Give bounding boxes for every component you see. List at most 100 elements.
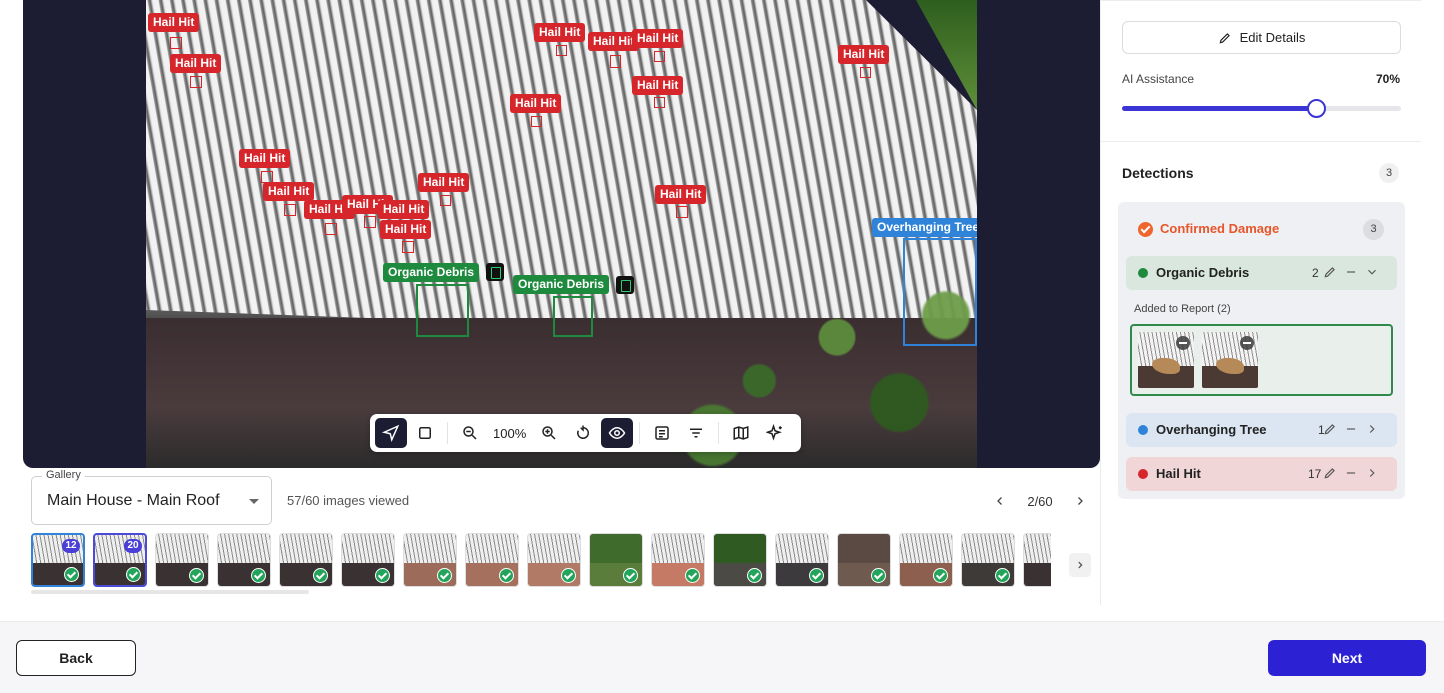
thumbnail[interactable]: [1023, 533, 1051, 587]
select-pointer-icon[interactable]: [375, 418, 407, 448]
edit-details-button[interactable]: Edit Details: [1122, 21, 1401, 54]
hail-hit-marker[interactable]: [364, 216, 376, 228]
rectangle-icon[interactable]: [409, 418, 441, 448]
hail-hit-tag[interactable]: Hail Hit: [632, 29, 684, 48]
minus-icon[interactable]: [1344, 265, 1358, 279]
hail-hit-marker[interactable]: [654, 97, 665, 108]
check-icon: [809, 568, 824, 583]
hail-hit-tag[interactable]: Hail Hit: [380, 220, 432, 239]
filter-icon[interactable]: [680, 418, 712, 448]
zoom-out-icon[interactable]: [454, 418, 486, 448]
organic-debris-tag[interactable]: Organic Debris: [513, 275, 610, 294]
hail-hit-tag[interactable]: Hail Hit: [418, 173, 470, 192]
category-name: Organic Debris: [1156, 265, 1250, 280]
hail-hit-marker[interactable]: [190, 76, 202, 88]
hail-hit-marker[interactable]: [402, 241, 414, 253]
hail-hit-marker[interactable]: [860, 67, 871, 78]
thumbnail[interactable]: [155, 533, 209, 587]
hail-hit-marker[interactable]: [284, 204, 296, 216]
overhanging-tree-tag[interactable]: Overhanging Tree: [872, 218, 977, 237]
thumbnail[interactable]: [899, 533, 953, 587]
thumbnail-next-button[interactable]: [1069, 553, 1091, 577]
hail-hit-tag[interactable]: Hail Hit: [838, 45, 890, 64]
minus-icon[interactable]: [1344, 466, 1358, 480]
edit-details-label: Edit Details: [1239, 30, 1306, 45]
hail-hit-marker[interactable]: [440, 195, 451, 206]
chevron-down-icon[interactable]: [1365, 265, 1379, 279]
chevron-left-icon[interactable]: [990, 491, 1010, 511]
confirmed-damage-label[interactable]: Confirmed Damage: [1160, 221, 1279, 236]
remove-icon[interactable]: [1240, 336, 1254, 350]
thumbnail[interactable]: [837, 533, 891, 587]
hail-hit-tag[interactable]: Hail Hit: [170, 54, 222, 73]
note-icon[interactable]: [616, 276, 634, 294]
hail-hit-tag[interactable]: Hail Hit: [148, 13, 200, 32]
hail-hit-tag[interactable]: Hail Hit: [239, 149, 291, 168]
hail-hit-tag[interactable]: Hail Hit: [632, 76, 684, 95]
hail-hit-tag[interactable]: Hail Hit: [534, 23, 586, 42]
next-button[interactable]: Next: [1268, 640, 1426, 676]
hail-hit-marker[interactable]: [170, 37, 182, 49]
notes-icon[interactable]: [646, 418, 678, 448]
hail-hit-marker[interactable]: [676, 206, 688, 218]
pencil-icon[interactable]: [1323, 466, 1337, 480]
report-image[interactable]: [1138, 332, 1194, 388]
ai-assistance-label: AI Assistance: [1122, 72, 1195, 86]
rotate-icon[interactable]: [567, 418, 599, 448]
eye-icon[interactable]: [601, 418, 634, 448]
organic-debris-box[interactable]: [416, 284, 469, 337]
thumbnail[interactable]: 12: [31, 533, 85, 587]
chevron-right-icon[interactable]: [1070, 491, 1090, 511]
organic-debris-box[interactable]: [553, 296, 593, 337]
map-icon[interactable]: [725, 418, 757, 448]
image-viewer[interactable]: Hail Hit Hail Hit Hail Hit Hail Hit Hail…: [23, 0, 1100, 468]
chevron-right-icon[interactable]: [1365, 466, 1379, 480]
thumbnail[interactable]: [527, 533, 581, 587]
category-hail-hit[interactable]: Hail Hit 17: [1126, 457, 1397, 491]
thumbnail[interactable]: [341, 533, 395, 587]
pencil-icon[interactable]: [1323, 422, 1337, 436]
check-icon: [499, 568, 514, 583]
hail-hit-marker[interactable]: [610, 55, 621, 68]
check-icon: [189, 568, 204, 583]
hail-hit-tag[interactable]: Hail Hit: [263, 182, 315, 201]
hail-hit-tag[interactable]: Hail Hit: [510, 94, 562, 113]
ai-assistance-slider[interactable]: [1122, 99, 1401, 118]
overhanging-tree-box[interactable]: [903, 238, 977, 346]
category-overhanging-tree[interactable]: Overhanging Tree 1: [1126, 413, 1397, 447]
pencil-icon[interactable]: [1323, 265, 1337, 279]
thumbnail[interactable]: [403, 533, 457, 587]
hail-hit-marker[interactable]: [654, 51, 665, 62]
thumbnail[interactable]: [279, 533, 333, 587]
thumbnail[interactable]: [589, 533, 643, 587]
minus-icon[interactable]: [1344, 422, 1358, 436]
category-count: 2: [1312, 266, 1319, 280]
chevron-right-icon[interactable]: [1365, 422, 1379, 436]
ai-assistance-handle[interactable]: [1307, 99, 1327, 118]
category-organic-debris[interactable]: Organic Debris 2: [1126, 256, 1397, 290]
gallery-select[interactable]: Gallery Main House - Main Roof: [31, 469, 272, 525]
hail-hit-tag[interactable]: Hail Hit: [655, 185, 707, 204]
thumbnail[interactable]: [961, 533, 1015, 587]
note-icon[interactable]: [486, 263, 504, 281]
hail-hit-marker[interactable]: [556, 45, 567, 56]
hail-hit-marker[interactable]: [325, 223, 337, 235]
thumbnail-scrollbar[interactable]: [31, 590, 309, 594]
thumbnail[interactable]: [775, 533, 829, 587]
report-image[interactable]: [1202, 332, 1258, 388]
organic-debris-tag[interactable]: Organic Debris: [383, 263, 480, 282]
thumbnail[interactable]: 20: [93, 533, 147, 587]
thumbnail[interactable]: [217, 533, 271, 587]
chevron-down-icon: [249, 499, 259, 504]
hail-hit-marker[interactable]: [531, 116, 542, 127]
thumbnail[interactable]: [465, 533, 519, 587]
chevron-right-icon: [1078, 561, 1083, 569]
thumbnail[interactable]: [713, 533, 767, 587]
hail-hit-tag[interactable]: Hail Hit: [378, 200, 430, 219]
roof-photo[interactable]: Hail Hit Hail Hit Hail Hit Hail Hit Hail…: [146, 0, 977, 468]
remove-icon[interactable]: [1176, 336, 1190, 350]
zoom-in-icon[interactable]: [533, 418, 565, 448]
ai-sparkle-icon[interactable]: [759, 418, 791, 448]
thumbnail[interactable]: [651, 533, 705, 587]
back-button[interactable]: Back: [16, 640, 136, 676]
